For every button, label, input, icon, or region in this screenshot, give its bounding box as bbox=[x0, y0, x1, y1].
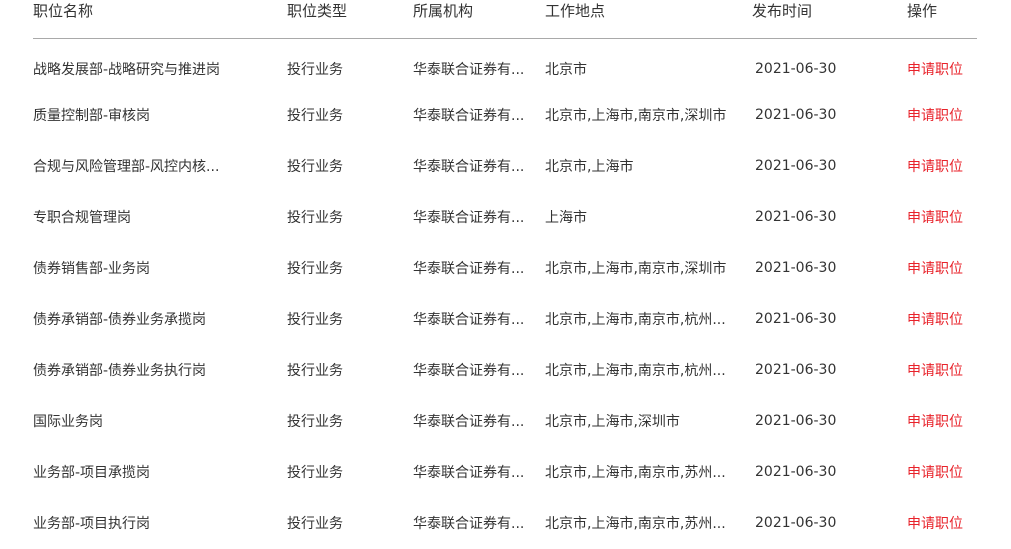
organization-cell: 华泰联合证券有... bbox=[413, 108, 525, 124]
job-type-cell: 投行业务 bbox=[287, 516, 343, 532]
action-cell: 申请职位 bbox=[885, 192, 977, 243]
publish-date-cell: 2021-06-30 bbox=[755, 413, 837, 429]
job-title-cell: 业务部-项目执行岗 bbox=[33, 516, 151, 532]
organization-cell: 华泰联合证券有... bbox=[413, 516, 525, 532]
organization-cell: 华泰联合证券有... bbox=[413, 363, 525, 379]
job-title-cell: 业务部-项目承揽岗 bbox=[33, 465, 151, 481]
organization-cell: 华泰联合证券有... bbox=[413, 465, 525, 481]
action-cell: 申请职位 bbox=[885, 498, 977, 549]
work-location-cell: 北京市,上海市,南京市,杭州... bbox=[545, 363, 726, 379]
table-row: 债券承销部-债券业务承揽岗 投行业务 华泰联合证券有... 北京市,上海市,南京市,杭… bbox=[33, 294, 977, 345]
work-location-cell: 北京市,上海市,南京市,苏州... bbox=[545, 465, 726, 481]
job-type-cell: 投行业务 bbox=[287, 363, 343, 379]
table-header: 职位名称 职位类型 所属机构 工作地点 发布时间 操作 bbox=[33, 0, 977, 39]
table-row: 质量控制部-审核岗 投行业务 华泰联合证券有... 北京市,上海市,南京市,深圳市 20… bbox=[33, 90, 977, 141]
apply-job-link[interactable]: 申请职位 bbox=[907, 414, 963, 430]
action-cell: 申请职位 bbox=[885, 39, 977, 90]
job-title-cell: 债券承销部-债券业务执行岗 bbox=[33, 363, 207, 379]
job-title-cell: 债券销售部-业务岗 bbox=[33, 261, 151, 277]
apply-job-link[interactable]: 申请职位 bbox=[907, 62, 963, 78]
job-type-cell: 投行业务 bbox=[287, 210, 343, 226]
apply-job-link[interactable]: 申请职位 bbox=[907, 465, 963, 481]
organization-cell: 华泰联合证券有... bbox=[413, 312, 525, 328]
work-location-cell: 北京市,上海市,南京市,深圳市 bbox=[545, 108, 727, 124]
apply-job-link[interactable]: 申请职位 bbox=[907, 363, 963, 379]
column-header-job-title: 职位名称 bbox=[33, 2, 94, 20]
table-body: 战略发展部-战略研究与推进岗 投行业务 华泰联合证券有... 北京市 2021-06-3… bbox=[33, 39, 977, 549]
job-list-container: 职位名称 职位类型 所属机构 工作地点 发布时间 操作 战略发展部-战略研究与推… bbox=[0, 0, 1011, 547]
organization-cell: 华泰联合证券有... bbox=[413, 210, 525, 226]
publish-date-cell: 2021-06-30 bbox=[755, 209, 837, 225]
publish-date-cell: 2021-06-30 bbox=[755, 515, 837, 531]
job-title-cell: 合规与风险管理部-风控内核... bbox=[33, 159, 220, 175]
job-type-cell: 投行业务 bbox=[287, 465, 343, 481]
job-type-cell: 投行业务 bbox=[287, 261, 343, 277]
job-type-cell: 投行业务 bbox=[287, 108, 343, 124]
action-cell: 申请职位 bbox=[885, 396, 977, 447]
work-location-cell: 上海市 bbox=[545, 210, 587, 226]
publish-date-cell: 2021-06-30 bbox=[755, 362, 837, 378]
table-row: 业务部-项目承揽岗 投行业务 华泰联合证券有... 北京市,上海市,南京市,苏州...… bbox=[33, 447, 977, 498]
table-row: 债券承销部-债券业务执行岗 投行业务 华泰联合证券有... 北京市,上海市,南京市,杭… bbox=[33, 345, 977, 396]
action-cell: 申请职位 bbox=[885, 90, 977, 141]
work-location-cell: 北京市 bbox=[545, 61, 587, 78]
publish-date-cell: 2021-06-30 bbox=[755, 107, 837, 123]
table-row: 专职合规管理岗 投行业务 华泰联合证券有... 上海市 2021-06-30 申请职位 bbox=[33, 192, 977, 243]
column-header-job-type: 职位类型 bbox=[287, 2, 348, 20]
apply-job-link[interactable]: 申请职位 bbox=[907, 516, 963, 532]
job-type-cell: 投行业务 bbox=[287, 159, 343, 175]
publish-date-cell: 2021-06-30 bbox=[755, 260, 837, 276]
publish-date-cell: 2021-06-30 bbox=[755, 158, 837, 174]
column-header-work-location: 工作地点 bbox=[545, 2, 606, 20]
organization-cell: 华泰联合证券有... bbox=[413, 61, 525, 78]
organization-cell: 华泰联合证券有... bbox=[413, 261, 525, 277]
apply-job-link[interactable]: 申请职位 bbox=[907, 108, 963, 124]
job-listings-table: 职位名称 职位类型 所属机构 工作地点 发布时间 操作 战略发展部-战略研究与推… bbox=[33, 0, 977, 549]
job-title-cell: 债券承销部-债券业务承揽岗 bbox=[33, 312, 207, 328]
table-row: 债券销售部-业务岗 投行业务 华泰联合证券有... 北京市,上海市,南京市,深圳市 20… bbox=[33, 243, 977, 294]
organization-cell: 华泰联合证券有... bbox=[413, 159, 525, 175]
table-row: 国际业务岗 投行业务 华泰联合证券有... 北京市,上海市,深圳市 2021-06-30… bbox=[33, 396, 977, 447]
table-header-row: 职位名称 职位类型 所属机构 工作地点 发布时间 操作 bbox=[33, 0, 977, 39]
action-cell: 申请职位 bbox=[885, 447, 977, 498]
column-header-publish-date: 发布时间 bbox=[752, 2, 813, 20]
column-header-action: 操作 bbox=[907, 2, 938, 20]
column-header-organization: 所属机构 bbox=[413, 2, 474, 20]
work-location-cell: 北京市,上海市 bbox=[545, 159, 634, 175]
work-location-cell: 北京市,上海市,深圳市 bbox=[545, 414, 680, 430]
apply-job-link[interactable]: 申请职位 bbox=[907, 210, 963, 226]
work-location-cell: 北京市,上海市,南京市,杭州... bbox=[545, 312, 726, 328]
job-type-cell: 投行业务 bbox=[287, 61, 343, 78]
job-type-cell: 投行业务 bbox=[287, 312, 343, 328]
table-row: 业务部-项目执行岗 投行业务 华泰联合证券有... 北京市,上海市,南京市,苏州...… bbox=[33, 498, 977, 549]
organization-cell: 华泰联合证券有... bbox=[413, 414, 525, 430]
action-cell: 申请职位 bbox=[885, 141, 977, 192]
apply-job-link[interactable]: 申请职位 bbox=[907, 261, 963, 277]
table-row: 战略发展部-战略研究与推进岗 投行业务 华泰联合证券有... 北京市 2021-06-3… bbox=[33, 39, 977, 90]
action-cell: 申请职位 bbox=[885, 345, 977, 396]
job-title-cell: 国际业务岗 bbox=[33, 414, 103, 430]
work-location-cell: 北京市,上海市,南京市,深圳市 bbox=[545, 261, 727, 277]
work-location-cell: 北京市,上海市,南京市,苏州... bbox=[545, 516, 726, 532]
apply-job-link[interactable]: 申请职位 bbox=[907, 312, 963, 328]
job-title-cell: 战略发展部-战略研究与推进岗 bbox=[33, 61, 221, 78]
job-type-cell: 投行业务 bbox=[287, 414, 343, 430]
publish-date-cell: 2021-06-30 bbox=[755, 311, 837, 327]
apply-job-link[interactable]: 申请职位 bbox=[907, 159, 963, 175]
publish-date-cell: 2021-06-30 bbox=[755, 60, 837, 77]
job-title-cell: 质量控制部-审核岗 bbox=[33, 108, 151, 124]
publish-date-cell: 2021-06-30 bbox=[755, 464, 837, 480]
action-cell: 申请职位 bbox=[885, 294, 977, 345]
action-cell: 申请职位 bbox=[885, 243, 977, 294]
table-row: 合规与风险管理部-风控内核... 投行业务 华泰联合证券有... 北京市,上海市 202… bbox=[33, 141, 977, 192]
job-title-cell: 专职合规管理岗 bbox=[33, 210, 131, 226]
